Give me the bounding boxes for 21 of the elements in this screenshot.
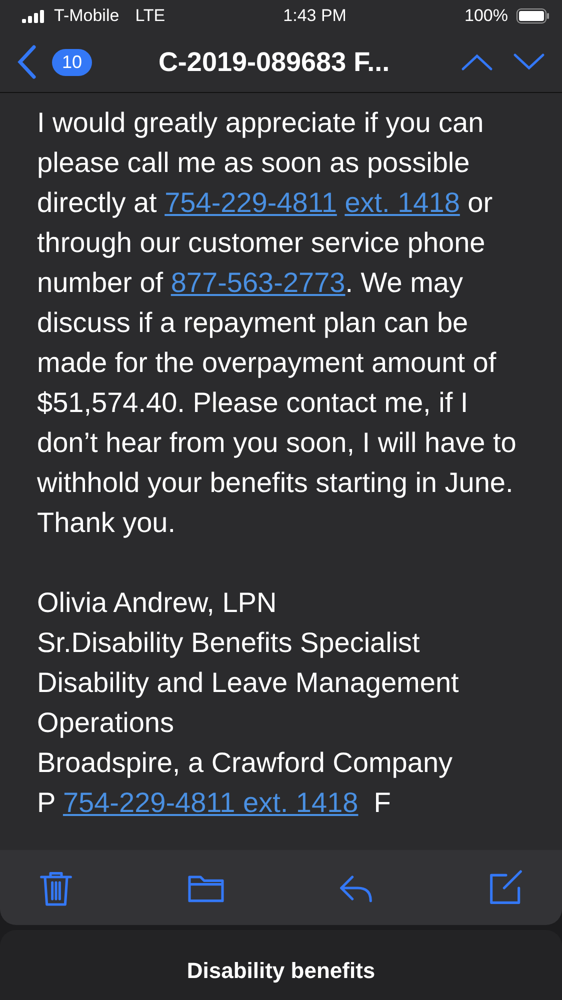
signal-icon [22,9,46,23]
draft-card[interactable]: Disability benefits [0,930,562,1000]
phone-link[interactable]: 877-563-2773 [170,267,346,298]
draft-title: Disability benefits [186,958,376,984]
signature-line: Sr.Disability Benefits Specialist [37,626,421,660]
signature-line: Broadspire, a Crawford Company [37,746,454,780]
phone-link[interactable]: 754-229-4811 [164,187,337,218]
contact-line: P 754-229-4811 ext. 1418 F [37,786,392,820]
signature-line: Disability and Leave Management [37,666,460,700]
message-title: C-2019-089683 F... [157,46,391,78]
message-paragraph: I would greatly appreciate if you can please call me as soon as possible directly at 754-229-4811 ext. 1418 or through our customer service phone number of 877-563-2773. We may discuss if a repayment plan can be made for the overpayment amount of $51,574.40. Please contact me, if I don’t hear from you soon, I will have to withhold your benefits starting in June. Thank you. [37,106,518,540]
network-type: LTE [135,6,166,26]
phone-link[interactable]: 754-229-4811 ext. 1418 [62,787,358,818]
battery-percent: 100% [464,6,508,26]
unread-count-badge: 10 [52,48,92,76]
signature-line: Operations [37,706,175,740]
battery-icon [516,8,550,24]
phone-link[interactable]: ext. 1418 [344,187,460,218]
carrier-name: T-Mobile [54,6,120,26]
signature-line: Olivia Andrew, LPN [37,586,278,620]
clock-time: 1:43 PM [283,6,346,26]
